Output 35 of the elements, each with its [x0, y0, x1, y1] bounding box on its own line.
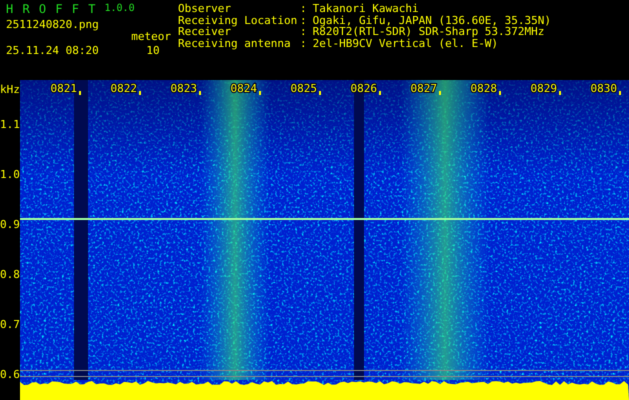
frequency-label: 0.9 — [0, 218, 20, 231]
frequency-label: 0.7 — [0, 318, 20, 331]
field-label: Receiver — [178, 26, 231, 38]
field-label: Observer — [178, 3, 232, 14]
time-label: 0829 — [530, 82, 557, 95]
meteor-label: meteor — [131, 31, 171, 43]
separator-colon: : — [300, 3, 307, 14]
field-value: R820T2(RTL-SDR) SDR-Sharp 53.372MHz — [312, 26, 544, 38]
time-label: 0822 — [110, 82, 137, 95]
time-label: 0830 — [590, 82, 617, 95]
field-value: 2el-HB9CV Vertical (el. E-W) — [312, 38, 498, 49]
field-label: Receiving antenna — [178, 38, 292, 49]
file-name: 2511240820.png — [6, 19, 100, 31]
frequency-label: 1.0 — [0, 168, 20, 181]
meteor-count: 10 — [145, 45, 161, 57]
frequency-label: 1.1 — [0, 118, 20, 131]
time-label: 0827 — [410, 82, 437, 95]
separator-colon: : — [300, 38, 307, 49]
time-label: 0821 — [50, 82, 77, 95]
time-label: 0824 — [230, 82, 257, 95]
app-title: H R O F F T — [6, 3, 96, 15]
version-number: 1.0.0 — [104, 3, 135, 15]
field-label: Receiving Location — [178, 14, 298, 26]
field-value: Takanori Kawachi — [312, 3, 419, 14]
separator-colon: : — [300, 14, 307, 26]
separator-colon: : — [300, 26, 307, 38]
time-label: 0826 — [350, 82, 377, 95]
time-label: 0825 — [290, 82, 317, 95]
time-label: 0828 — [470, 82, 497, 95]
date-time: 25.11.24 08:20 — [6, 45, 99, 57]
unit-label: kHz — [0, 83, 20, 96]
field-value: Ogaki, Gifu, JAPAN (136.60E, 35.35N) — [312, 14, 552, 26]
time-label: 0823 — [170, 82, 197, 95]
frequency-label: 0.8 — [0, 268, 20, 281]
frequency-label: 0.6 — [0, 368, 20, 381]
